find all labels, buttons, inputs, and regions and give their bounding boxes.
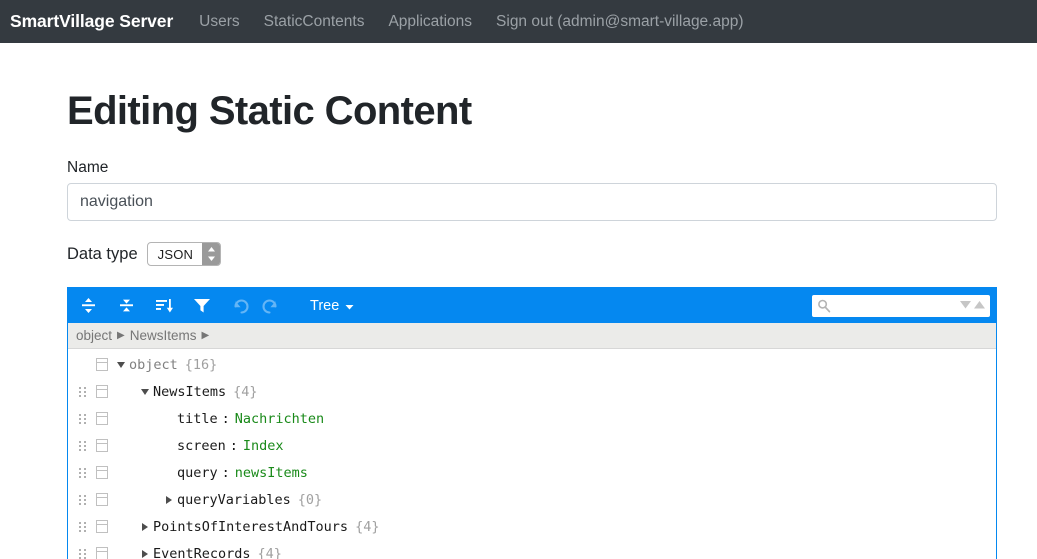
expander-expand-icon[interactable] [161,496,177,504]
drag-handle-icon[interactable] [74,414,91,424]
chevron-updown-icon [202,243,220,265]
tree-field-value[interactable]: Nachrichten [235,411,324,427]
datatype-row: Data type JSON [67,242,997,266]
field-menu-icon[interactable] [91,520,113,533]
datatype-select[interactable]: JSON [147,242,221,266]
search-next-icon[interactable] [959,297,972,315]
breadcrumb-separator-icon: ▶ [202,330,210,341]
sort-icon[interactable] [150,293,178,319]
tree-field-name[interactable]: PointsOfInterestAndTours [153,519,348,535]
editor-mode-label: Tree [310,298,339,314]
tree-child-count: {0} [291,492,322,508]
name-field-label: Name [67,159,997,177]
search-icon [817,299,831,313]
tree-field-name[interactable]: EventRecords [153,546,251,559]
tree-separator: : [226,438,243,454]
drag-handle-icon[interactable] [74,441,91,451]
tree-row[interactable]: PointsOfInterestAndTours{4} [68,513,996,540]
tree-separator: : [218,465,235,481]
brand-title: SmartVillage Server [10,11,173,32]
tree-row[interactable]: title:Nachrichten [68,405,996,432]
tree-field-name[interactable]: object [129,357,178,373]
field-menu-icon[interactable] [91,412,113,425]
tree-row[interactable]: object{16} [68,351,996,378]
expander-collapse-icon[interactable] [137,389,153,395]
tree-field-name[interactable]: query [177,465,218,481]
tree-child-count: {16} [178,357,218,373]
chevron-down-icon [345,298,354,314]
page-body: Editing Static Content Name Data type JS… [0,89,1037,559]
search-prev-icon[interactable] [973,297,986,315]
field-menu-icon[interactable] [91,466,113,479]
tree-field-value[interactable]: Index [243,438,284,454]
tree-row[interactable]: screen:Index [68,432,996,459]
redo-icon[interactable] [256,293,284,319]
drag-handle-icon[interactable] [74,387,91,397]
tree-row[interactable]: queryVariables{0} [68,486,996,513]
json-breadcrumb: object ▶ NewsItems ▶ [68,323,996,349]
tree-field-name[interactable]: queryVariables [177,492,291,508]
field-menu-icon[interactable] [91,547,113,559]
filter-icon[interactable] [188,293,216,319]
search-nav-buttons[interactable] [959,297,986,315]
breadcrumb-separator-icon: ▶ [117,330,125,341]
page-title: Editing Static Content [67,89,997,133]
tree-field-name[interactable]: NewsItems [153,384,226,400]
tree-row[interactable]: query:newsItems [68,459,996,486]
nav-links: Users StaticContents Applications Sign o… [199,13,743,31]
json-tree: object{16}NewsItems{4}title:Nachrichtens… [68,349,996,559]
tree-field-value[interactable]: newsItems [235,465,308,481]
drag-handle-icon[interactable] [74,549,91,559]
field-menu-icon[interactable] [91,493,113,506]
undo-icon[interactable] [226,293,254,319]
nav-link-applications[interactable]: Applications [388,13,472,31]
breadcrumb-item-object[interactable]: object [76,328,112,343]
tree-field-name[interactable]: screen [177,438,226,454]
expand-all-icon[interactable] [74,293,102,319]
drag-handle-icon[interactable] [74,468,91,478]
json-editor-toolbar: Tree [68,288,996,323]
datatype-select-value: JSON [148,243,202,265]
tree-separator: : [218,411,235,427]
nav-link-users[interactable]: Users [199,13,239,31]
nav-link-signout[interactable]: Sign out (admin@smart-village.app) [496,13,743,31]
editor-mode-dropdown[interactable]: Tree [306,296,358,316]
json-search-input[interactable] [831,298,959,314]
expander-collapse-icon[interactable] [113,362,129,368]
top-navbar: SmartVillage Server Users StaticContents… [0,0,1037,43]
tree-row[interactable]: EventRecords{4} [68,540,996,559]
collapse-all-icon[interactable] [112,293,140,319]
field-menu-icon[interactable] [91,439,113,452]
name-input[interactable] [67,183,997,221]
tree-field-name[interactable]: title [177,411,218,427]
field-menu-icon[interactable] [91,385,113,398]
datatype-label: Data type [67,245,138,264]
expander-expand-icon[interactable] [137,550,153,558]
drag-handle-icon[interactable] [74,495,91,505]
breadcrumb-item-newsitems[interactable]: NewsItems [130,328,197,343]
tree-child-count: {4} [251,546,282,559]
json-search-box[interactable] [812,295,990,317]
drag-handle-icon[interactable] [74,522,91,532]
tree-row[interactable]: NewsItems{4} [68,378,996,405]
tree-child-count: {4} [226,384,257,400]
nav-link-staticcontents[interactable]: StaticContents [264,13,365,31]
json-editor: Tree [67,287,997,559]
field-menu-icon[interactable] [91,358,113,371]
tree-child-count: {4} [348,519,379,535]
expander-expand-icon[interactable] [137,523,153,531]
